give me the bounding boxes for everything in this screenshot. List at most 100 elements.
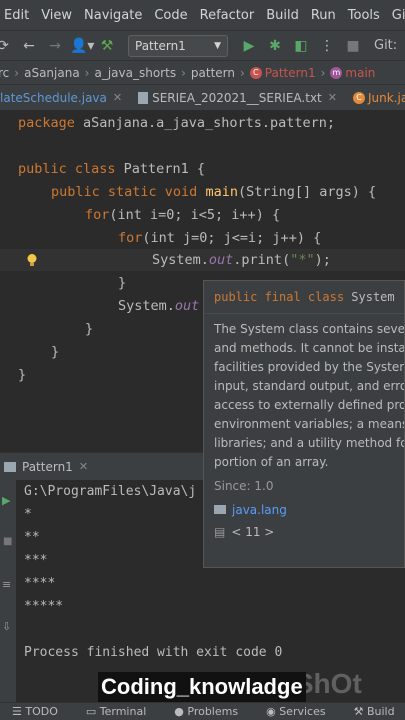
more-run-icon[interactable]: ⋮ — [316, 38, 338, 54]
breadcrumb-a-java-shorts[interactable]: a_java_shorts — [94, 66, 176, 80]
system-ref: System. — [118, 298, 175, 314]
menu-build[interactable]: Build — [266, 8, 299, 23]
todo-tool-button[interactable]: ☰ TODO — [12, 705, 72, 718]
user-icon[interactable]: 👤▾ — [70, 38, 94, 54]
console-line: ** — [24, 530, 40, 545]
breadcrumb-asanjana[interactable]: aSanjana — [24, 66, 80, 80]
breadcrumb-separator: › — [181, 65, 186, 80]
console-line: ***** — [24, 599, 64, 614]
class-name: Pattern1 { — [115, 161, 205, 177]
menu-bar: Edit View Navigate Code Refactor Build R… — [0, 0, 405, 30]
forward-arrow-icon[interactable]: → — [44, 38, 66, 54]
close-icon[interactable]: ✕ — [113, 91, 122, 104]
since-label: Since: 1.0 — [214, 479, 274, 493]
doc-line: libraries; and a utility method fo — [214, 436, 405, 450]
package-link[interactable]: java.lang — [214, 503, 287, 517]
console-line: * — [24, 507, 32, 522]
hammer-icon[interactable]: ⚒ — [96, 38, 118, 54]
menu-code[interactable]: Code — [154, 8, 187, 23]
package-name: aSanjana.a_java_shorts.pattern; — [74, 115, 335, 131]
popup-header: public final class System — [204, 281, 404, 314]
editor-tabs: lateSchedule.java ✕ SERIEA_202021__SERIE… — [0, 84, 405, 110]
menu-tools[interactable]: Tools — [348, 8, 380, 23]
loop-header: (int i=0; i<5; i++) { — [109, 207, 281, 223]
run-config-label: Pattern1 — [135, 38, 186, 53]
doc-line: input, standard output, and erro — [214, 379, 405, 393]
loop-header: (int j=0; j<=i; j++) { — [142, 230, 322, 246]
doc-line: facilities provided by the Syster — [214, 360, 405, 374]
lightbulb-icon[interactable] — [26, 253, 38, 267]
code-line-close-class: } — [18, 367, 27, 383]
coverage-icon[interactable]: ◧ — [290, 38, 312, 54]
terminal-label: Terminal — [99, 705, 147, 718]
breadcrumb-pattern[interactable]: pattern — [191, 66, 235, 80]
build-tool-button[interactable]: ⚒ Build — [354, 705, 405, 718]
chevron-down-icon: ▼ — [214, 40, 221, 51]
run-tab-label[interactable]: Pattern1 — [22, 460, 73, 474]
tab-schedule[interactable]: lateSchedule.java ✕ — [0, 85, 130, 110]
services-label: Services — [279, 705, 326, 718]
stop-icon[interactable]: ■ — [3, 536, 12, 547]
quick-documentation-popup[interactable]: public final class System The System cla… — [203, 280, 405, 568]
code-line-main: public static void main(String[] args) { — [51, 181, 376, 203]
breadcrumb-src[interactable]: rc — [0, 66, 9, 80]
breadcrumb-method[interactable]: m main — [330, 66, 375, 80]
doc-line: The System class contains sever — [214, 322, 405, 336]
sync-icon[interactable]: ⟳ — [0, 38, 14, 54]
scroll-icon[interactable]: ⇩ — [2, 620, 11, 633]
menu-git[interactable]: Git — [392, 8, 405, 23]
breadcrumb-method-label: main — [345, 65, 376, 80]
menu-navigate[interactable]: Navigate — [84, 8, 142, 23]
breadcrumb-separator: › — [320, 65, 326, 80]
text-file-icon — [138, 91, 149, 104]
tab-label: Junk.java — [367, 90, 405, 105]
tool-window-bar: ☰ TODO ▭ Terminal ● Problems ◉ Services … — [0, 702, 405, 720]
stop-icon[interactable]: ■ — [342, 38, 364, 54]
console-line: **** — [24, 576, 56, 591]
class-icon: C — [352, 91, 365, 104]
code-line-print: System.out.print("*"); — [152, 249, 331, 271]
menu-edit[interactable]: Edit — [4, 8, 29, 23]
system-ref: System. — [152, 252, 209, 268]
run-config-dropdown[interactable]: Pattern1 ▼ — [128, 34, 228, 57]
overload-navigator[interactable]: ▤ < 11 > — [214, 525, 274, 539]
field-ref: out — [174, 298, 200, 314]
method-args: (String[] args) { — [237, 184, 377, 200]
console-exit-message: Process finished with exit code 0 — [24, 645, 283, 660]
wrap-icon[interactable]: ≡ — [2, 578, 11, 591]
code-line-println: System.out — [118, 295, 199, 317]
tab-seriea[interactable]: SERIEA_202021__SERIEA.txt ✕ — [130, 85, 345, 110]
debug-icon[interactable]: ✱ — [264, 38, 286, 54]
build-label: Build — [366, 705, 395, 718]
git-label[interactable]: Git: — [374, 38, 397, 53]
method-icon: m — [330, 67, 343, 79]
console-line: G:\ProgramFiles\Java\j — [24, 484, 197, 499]
back-arrow-icon[interactable]: ← — [18, 38, 40, 54]
todo-label: TODO — [25, 705, 58, 718]
breadcrumb-separator: › — [84, 65, 90, 80]
run-tab-icon — [4, 461, 16, 472]
breadcrumb-class[interactable]: C Pattern1 — [249, 66, 316, 80]
menu-run[interactable]: Run — [311, 8, 336, 23]
menu-refactor[interactable]: Refactor — [200, 8, 255, 23]
console-line: *** — [24, 553, 48, 568]
run-icon[interactable]: ▶ — [238, 38, 260, 54]
code-line-close-main: } — [51, 344, 60, 360]
statement-end: ); — [314, 252, 331, 268]
code-line-class: public class Pattern1 { — [18, 158, 205, 180]
terminal-tool-button[interactable]: ▭ Terminal — [86, 705, 160, 718]
class-icon: C — [249, 67, 262, 79]
class-name: System — [344, 290, 395, 304]
tab-junk[interactable]: C Junk.java — [345, 85, 405, 110]
method-list-icon: ▤ — [214, 525, 226, 539]
keyword: public class — [18, 161, 116, 177]
menu-view[interactable]: View — [41, 8, 72, 23]
problems-tool-button[interactable]: ● Problems — [174, 705, 252, 718]
breadcrumb: rc › aSanjana › a_java_shorts › pattern … — [0, 60, 405, 84]
doc-line: portion of an array. — [214, 455, 329, 469]
close-icon[interactable]: ✕ — [328, 91, 337, 104]
services-tool-button[interactable]: ◉ Services — [266, 705, 340, 718]
rerun-icon[interactable]: ▶ — [2, 494, 10, 507]
close-icon[interactable]: ✕ — [79, 460, 88, 473]
keyword: public static void — [51, 184, 198, 200]
